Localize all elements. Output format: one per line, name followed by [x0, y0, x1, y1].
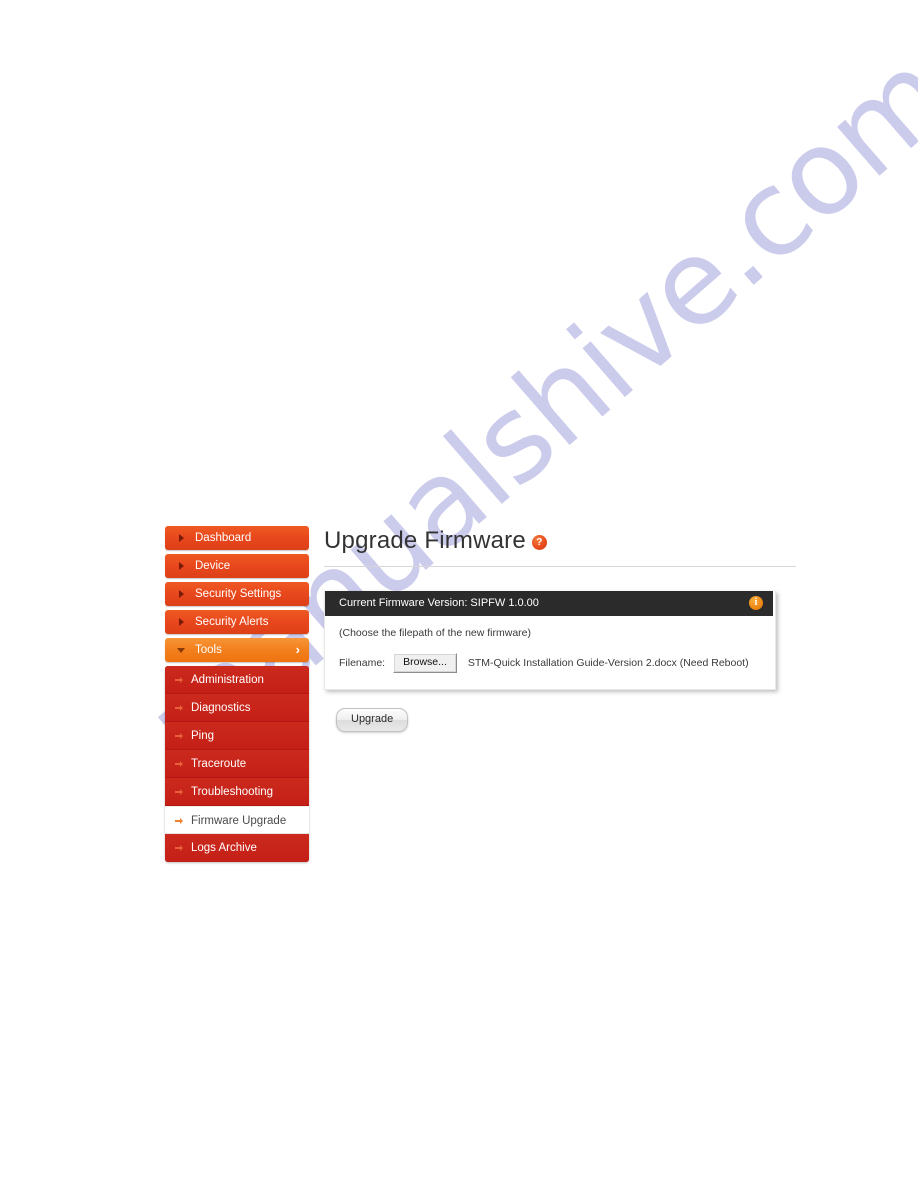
browse-button[interactable]: Browse... — [393, 653, 457, 673]
sidebar-subitem-label: Troubleshooting — [191, 786, 274, 798]
sidebar-item-ping[interactable]: Ping — [165, 722, 309, 750]
firmware-version-header: Current Firmware Version: SIPFW 1.0.00 i — [325, 591, 773, 616]
sidebar-item-diagnostics[interactable]: Diagnostics — [165, 694, 309, 722]
info-icon[interactable]: i — [749, 596, 763, 610]
arrow-right-icon — [175, 789, 183, 795]
sidebar-item-label: Security Settings — [195, 588, 282, 600]
page-root: Dashboard Device Security Settings Secur… — [0, 0, 918, 1188]
firmware-version-text: Current Firmware Version: SIPFW 1.0.00 — [339, 597, 539, 609]
sidebar-subitem-label: Diagnostics — [191, 702, 251, 714]
sidebar-item-label: Security Alerts — [195, 616, 269, 628]
filename-value: STM-Quick Installation Guide-Version 2.d… — [467, 657, 749, 669]
triangle-right-icon — [179, 618, 184, 626]
sidebar-item-administration[interactable]: Administration — [165, 666, 309, 694]
sidebar-item-dashboard[interactable]: Dashboard — [165, 526, 309, 550]
title-divider — [324, 566, 796, 567]
triangle-right-icon — [179, 534, 184, 542]
triangle-down-icon — [177, 648, 185, 653]
arrow-right-icon — [175, 733, 183, 739]
arrow-right-icon — [175, 705, 183, 711]
sidebar-item-logs-archive[interactable]: Logs Archive — [165, 834, 309, 862]
triangle-right-icon — [179, 590, 184, 598]
help-icon[interactable]: ? — [531, 535, 547, 550]
sidebar-item-security-settings[interactable]: Security Settings — [165, 582, 309, 606]
arrow-right-icon — [175, 761, 183, 767]
filename-label: Filename: — [339, 657, 386, 669]
chevron-right-icon: › — [295, 642, 300, 657]
sidebar-subitem-label: Traceroute — [191, 758, 247, 770]
sidebar-item-label: Dashboard — [195, 532, 252, 544]
firmware-panel: Current Firmware Version: SIPFW 1.0.00 i… — [324, 591, 776, 690]
page-title: Upgrade Firmware? — [324, 526, 796, 556]
sidebar-item-traceroute[interactable]: Traceroute — [165, 750, 309, 778]
arrow-right-icon — [175, 677, 183, 683]
triangle-right-icon — [179, 562, 184, 570]
sidebar-subnav-tools: Administration Diagnostics Ping Tracerou… — [165, 666, 309, 862]
upgrade-button[interactable]: Upgrade — [336, 708, 409, 732]
sidebar-subitem-label: Ping — [191, 730, 215, 742]
sidebar-nav: Dashboard Device Security Settings Secur… — [165, 526, 309, 862]
sidebar-subitem-label: Firmware Upgrade — [191, 815, 287, 827]
sidebar-item-device[interactable]: Device — [165, 554, 309, 578]
sidebar-item-label: Tools — [195, 644, 222, 656]
filename-row: Filename: Browse... STM-Quick Installati… — [339, 653, 761, 673]
sidebar-item-troubleshooting[interactable]: Troubleshooting — [165, 778, 309, 806]
main-content: Upgrade Firmware? Current Firmware Versi… — [324, 526, 796, 732]
sidebar-item-label: Device — [195, 560, 231, 572]
sidebar-subitem-label: Administration — [191, 674, 264, 686]
page-title-text: Upgrade Firmware — [324, 527, 526, 554]
sidebar-item-security-alerts[interactable]: Security Alerts — [165, 610, 309, 634]
filepath-hint: (Choose the filepath of the new firmware… — [339, 627, 532, 639]
firmware-panel-body: (Choose the filepath of the new firmware… — [325, 616, 775, 689]
arrow-right-icon — [175, 818, 183, 824]
sidebar-item-firmware-upgrade[interactable]: Firmware Upgrade — [165, 806, 309, 834]
arrow-right-icon — [175, 845, 183, 851]
sidebar-subitem-label: Logs Archive — [191, 842, 257, 854]
sidebar-item-tools[interactable]: Tools › — [165, 638, 309, 662]
